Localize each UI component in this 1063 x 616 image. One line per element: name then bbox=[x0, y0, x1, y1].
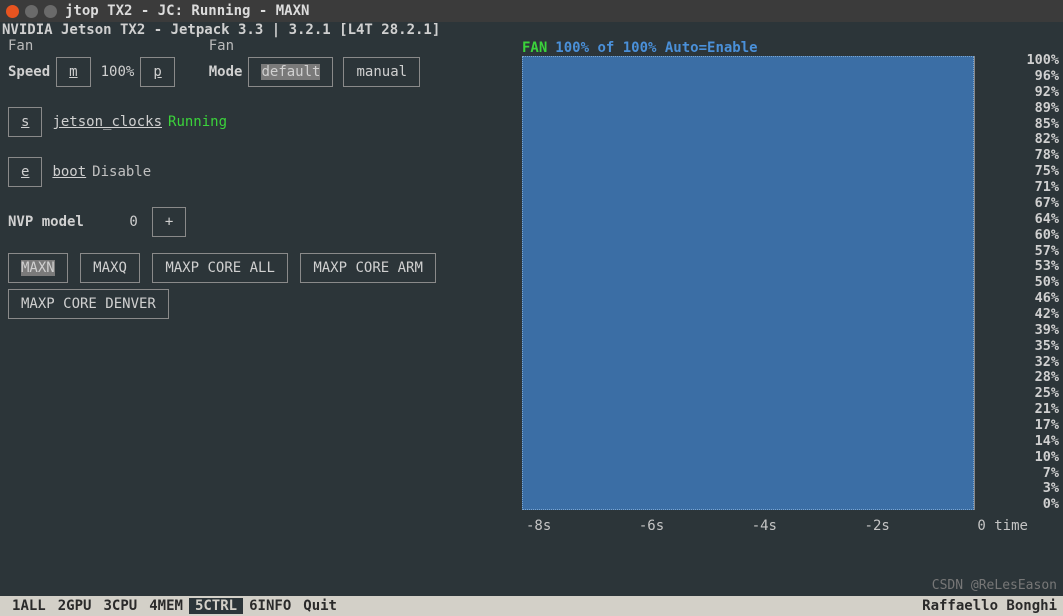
chart-title-fan: FAN bbox=[522, 40, 547, 56]
y-tick: 60% bbox=[1001, 228, 1059, 244]
tab-all[interactable]: 1ALL bbox=[6, 598, 52, 614]
y-tick: 46% bbox=[1001, 291, 1059, 307]
y-tick: 17% bbox=[1001, 418, 1059, 434]
nvp-mode-maxq-button[interactable]: MAXQ bbox=[80, 253, 140, 283]
y-tick: 21% bbox=[1001, 402, 1059, 418]
fan-chart: 100%96%92%89%85%82%78%75%71%67%64%60%57%… bbox=[522, 56, 995, 532]
y-tick: 78% bbox=[1001, 148, 1059, 164]
fan-chart-plot bbox=[522, 56, 974, 510]
y-tick: 100% bbox=[1001, 53, 1059, 69]
fan-mode-label-a: Fan bbox=[209, 38, 424, 54]
y-tick: 92% bbox=[1001, 85, 1059, 101]
y-tick: 32% bbox=[1001, 355, 1059, 371]
x-tick: -4s bbox=[752, 518, 777, 534]
y-tick: 89% bbox=[1001, 101, 1059, 117]
y-tick: 10% bbox=[1001, 450, 1059, 466]
minimize-icon[interactable] bbox=[25, 5, 38, 18]
nvp-mode-maxp-core-denver-button[interactable]: MAXP CORE DENVER bbox=[8, 289, 169, 319]
y-tick: 42% bbox=[1001, 307, 1059, 323]
bottom-tab-bar: 1ALL 2GPU 3CPU 4MEM 5CTRL 6INFO Quit Raf… bbox=[0, 596, 1063, 616]
window-titlebar: jtop TX2 - JC: Running - MAXN bbox=[0, 0, 1063, 22]
chart-xaxis-labels: -8s -6s -4s -2s 0 time bbox=[522, 518, 1032, 534]
fan-speed-down-button[interactable]: m bbox=[56, 57, 90, 87]
author-credit: Raffaello Bonghi bbox=[922, 598, 1057, 614]
fan-speed-label-b: Speed bbox=[8, 64, 50, 80]
nvp-model-value: 0 bbox=[98, 214, 138, 230]
nvp-mode-maxp-core-all-button[interactable]: MAXP CORE ALL bbox=[152, 253, 288, 283]
jetson-clocks-status: Running bbox=[168, 114, 227, 130]
y-tick: 28% bbox=[1001, 370, 1059, 386]
fan-speed-label-a: Fan bbox=[8, 38, 179, 54]
y-tick: 85% bbox=[1001, 117, 1059, 133]
tab-gpu[interactable]: 2GPU bbox=[52, 598, 98, 614]
y-tick: 7% bbox=[1001, 466, 1059, 482]
fan-speed-up-button[interactable]: p bbox=[140, 57, 174, 87]
jetson-clocks-label: jetson_clocks bbox=[52, 114, 162, 130]
y-tick: 25% bbox=[1001, 386, 1059, 402]
boot-status: Disable bbox=[92, 164, 151, 180]
y-tick: 39% bbox=[1001, 323, 1059, 339]
chart-title-status: 100% of 100% Auto=Enable bbox=[555, 40, 757, 56]
tab-mem[interactable]: 4MEM bbox=[143, 598, 189, 614]
y-tick: 75% bbox=[1001, 164, 1059, 180]
tab-cpu[interactable]: 3CPU bbox=[97, 598, 143, 614]
chart-yaxis-labels: 100%96%92%89%85%82%78%75%71%67%64%60%57%… bbox=[1001, 53, 1059, 513]
jetson-clocks-toggle-button[interactable]: s bbox=[8, 107, 42, 137]
y-tick: 64% bbox=[1001, 212, 1059, 228]
tab-ctrl[interactable]: 5CTRL bbox=[189, 598, 243, 614]
y-tick: 82% bbox=[1001, 132, 1059, 148]
tab-info[interactable]: 6INFO bbox=[243, 598, 297, 614]
x-tick: -8s bbox=[526, 518, 551, 534]
maximize-icon[interactable] bbox=[44, 5, 57, 18]
nvp-mode-maxp-core-arm-button[interactable]: MAXP CORE ARM bbox=[300, 253, 436, 283]
y-tick: 53% bbox=[1001, 259, 1059, 275]
y-tick: 14% bbox=[1001, 434, 1059, 450]
y-tick: 35% bbox=[1001, 339, 1059, 355]
x-tick: -2s bbox=[865, 518, 890, 534]
x-tick: 0 time bbox=[977, 518, 1028, 534]
y-tick: 67% bbox=[1001, 196, 1059, 212]
system-info-line: NVIDIA Jetson TX2 - Jetpack 3.3 | 3.2.1 … bbox=[0, 22, 1063, 38]
fan-speed-value: 100% bbox=[101, 64, 135, 80]
fan-mode-manual-button[interactable]: manual bbox=[343, 57, 420, 87]
window-title: jtop TX2 - JC: Running - MAXN bbox=[65, 3, 309, 19]
chart-yaxis-bar bbox=[974, 56, 980, 510]
nvp-plus-button[interactable]: + bbox=[152, 207, 186, 237]
fan-mode-default-button[interactable]: default bbox=[248, 57, 333, 87]
close-icon[interactable] bbox=[6, 5, 19, 18]
tab-quit[interactable]: Quit bbox=[297, 598, 343, 614]
y-tick: 71% bbox=[1001, 180, 1059, 196]
fan-mode-label-b: Mode bbox=[209, 64, 243, 80]
y-tick: 0% bbox=[1001, 497, 1059, 513]
boot-label: boot bbox=[52, 164, 86, 180]
y-tick: 3% bbox=[1001, 481, 1059, 497]
y-tick: 57% bbox=[1001, 244, 1059, 260]
nvp-mode-maxn-button[interactable]: MAXN bbox=[8, 253, 68, 283]
boot-toggle-button[interactable]: e bbox=[8, 157, 42, 187]
y-tick: 96% bbox=[1001, 69, 1059, 85]
nvp-model-label: NVP model bbox=[8, 214, 84, 230]
y-tick: 50% bbox=[1001, 275, 1059, 291]
x-tick: -6s bbox=[639, 518, 664, 534]
